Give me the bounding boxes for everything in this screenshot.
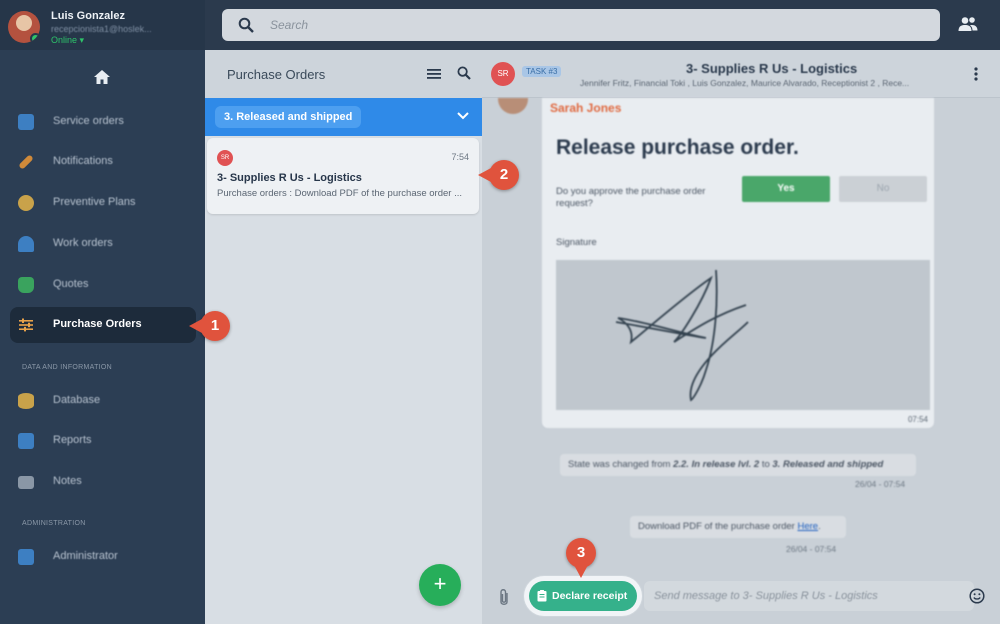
avatar: SR bbox=[217, 150, 233, 166]
sidebar-item-notifications[interactable]: Notifications bbox=[10, 144, 196, 180]
sidebar-item-label: Reports bbox=[53, 434, 92, 446]
sidebar-item-service-orders[interactable]: Service orders bbox=[10, 104, 196, 140]
approval-question: Do you approve the purchase order reques… bbox=[556, 186, 706, 209]
card-preview: Purchase orders : Download PDF of the pu… bbox=[217, 188, 463, 199]
chat-header: SR TASK #3 3- Supplies R Us - Logistics … bbox=[482, 50, 1000, 98]
panel-header: Purchase Orders bbox=[205, 50, 482, 98]
section-title-data: DATA AND INFORMATION bbox=[22, 364, 113, 371]
gear-icon bbox=[18, 195, 34, 211]
message-time: 07:54 bbox=[907, 415, 928, 424]
search-input[interactable] bbox=[270, 15, 910, 35]
online-status-dot bbox=[30, 33, 40, 43]
sidebar-item-reports[interactable]: Reports bbox=[10, 423, 196, 459]
contacts-icon[interactable] bbox=[958, 16, 978, 32]
sidebar-item-purchase-orders[interactable]: Purchase Orders bbox=[10, 307, 196, 343]
purchase-orders-panel: Purchase Orders 3. Released and shipped … bbox=[205, 50, 482, 624]
sidebar-item-label: Service orders bbox=[53, 115, 124, 127]
download-message: Download PDF of the purchase order Here. bbox=[630, 516, 846, 538]
sidebar-item-administrator[interactable]: Administrator bbox=[10, 539, 196, 575]
group-label: 3. Released and shipped bbox=[215, 106, 362, 128]
sidebar-item-notes[interactable]: Notes bbox=[10, 464, 196, 500]
sidebar-item-label: Preventive Plans bbox=[53, 196, 136, 208]
group-header[interactable]: 3. Released and shipped bbox=[205, 98, 482, 136]
chat-participants: Jennifer Fritz, Financial Toki , Luis Go… bbox=[580, 78, 910, 88]
briefcase-icon bbox=[18, 114, 34, 130]
attachment-icon[interactable] bbox=[498, 588, 510, 608]
chat-title: 3- Supplies R Us - Logistics bbox=[686, 61, 858, 76]
composer: Declare receipt bbox=[482, 572, 1000, 624]
approval-message: Sarah Jones Release purchase order. Do y… bbox=[542, 98, 934, 428]
yes-button[interactable]: Yes bbox=[742, 176, 830, 202]
emoji-icon[interactable] bbox=[969, 588, 985, 604]
sidebar-item-database[interactable]: Database bbox=[10, 383, 196, 419]
section-title-admin: ADMINISTRATION bbox=[22, 520, 86, 527]
add-button[interactable]: + bbox=[419, 564, 461, 606]
user-status[interactable]: Online ▾ bbox=[51, 35, 84, 46]
sidebar-item-label: Quotes bbox=[53, 278, 89, 290]
signature-image bbox=[556, 260, 930, 410]
sidebar-item-preventive-plans[interactable]: Preventive Plans bbox=[10, 185, 196, 221]
download-time: 26/04 - 07:54 bbox=[786, 544, 837, 554]
panel-title: Purchase Orders bbox=[227, 67, 326, 82]
signature-label: Signature bbox=[556, 237, 597, 248]
sidebar-item-label: Database bbox=[53, 394, 101, 406]
user-name: Luis Gonzalez bbox=[51, 10, 125, 22]
user-email: recepcionista1@hoslek... bbox=[51, 24, 152, 34]
worker-icon bbox=[18, 236, 34, 252]
download-pdf-link[interactable]: Here bbox=[797, 521, 818, 532]
sidebar-item-label: Notifications bbox=[53, 155, 113, 167]
task-badge: TASK #3 bbox=[522, 66, 562, 77]
declare-receipt-label: Declare receipt bbox=[552, 590, 628, 602]
step-callout-3: 3 bbox=[566, 538, 596, 578]
avatar: SR bbox=[491, 62, 515, 86]
step-callout-2: 2 bbox=[478, 160, 519, 190]
sidebar-item-label: Purchase Orders bbox=[53, 318, 142, 330]
message-input[interactable] bbox=[654, 587, 954, 605]
home-icon[interactable] bbox=[94, 70, 110, 84]
avatar bbox=[498, 98, 528, 114]
user-header[interactable]: Luis Gonzalez recepcionista1@hoslek... O… bbox=[0, 0, 205, 50]
message-heading: Release purchase order. bbox=[556, 136, 799, 159]
avatar[interactable] bbox=[8, 11, 40, 43]
database-icon bbox=[18, 393, 34, 409]
card-time: 7:54 bbox=[451, 152, 469, 162]
sidebar-item-label: Notes bbox=[53, 475, 82, 487]
sidebar-item-label: Work orders bbox=[53, 237, 113, 249]
chevron-down-icon[interactable] bbox=[457, 111, 469, 121]
report-icon bbox=[18, 433, 34, 449]
admin-icon bbox=[18, 549, 34, 565]
sidebar: Luis Gonzalez recepcionista1@hoslek... O… bbox=[0, 0, 205, 624]
message-area: Sarah Jones Release purchase order. Do y… bbox=[482, 98, 1000, 568]
no-button[interactable]: No bbox=[839, 176, 927, 202]
card-title: 3- Supplies R Us - Logistics bbox=[217, 172, 362, 184]
filter-menu-icon[interactable] bbox=[427, 68, 441, 80]
step-callout-1: 1 bbox=[189, 311, 230, 341]
clipboard-icon bbox=[537, 590, 547, 602]
sidebar-item-quotes[interactable]: Quotes bbox=[10, 267, 196, 303]
message-input-wrapper[interactable] bbox=[644, 581, 974, 611]
folder-icon bbox=[18, 476, 34, 489]
chat-panel: SR TASK #3 3- Supplies R Us - Logistics … bbox=[482, 50, 1000, 624]
sidebar-item-label: Administrator bbox=[53, 550, 118, 562]
purchase-order-card[interactable]: SR 7:54 3- Supplies R Us - Logistics Pur… bbox=[207, 138, 479, 214]
state-change-message: State was changed from 2.2. In release l… bbox=[560, 454, 916, 476]
sliders-icon bbox=[19, 318, 33, 332]
money-bag-icon bbox=[18, 277, 34, 293]
search-bar[interactable] bbox=[222, 9, 940, 41]
search-icon bbox=[238, 17, 254, 33]
state-change-time: 26/04 - 07:54 bbox=[855, 479, 906, 489]
search-icon[interactable] bbox=[457, 66, 471, 80]
more-options-icon[interactable] bbox=[974, 67, 978, 81]
message-sender: Sarah Jones bbox=[550, 101, 622, 115]
sidebar-item-work-orders[interactable]: Work orders bbox=[10, 226, 196, 262]
declare-receipt-button[interactable]: Declare receipt bbox=[529, 581, 637, 611]
wrench-icon bbox=[18, 154, 34, 170]
